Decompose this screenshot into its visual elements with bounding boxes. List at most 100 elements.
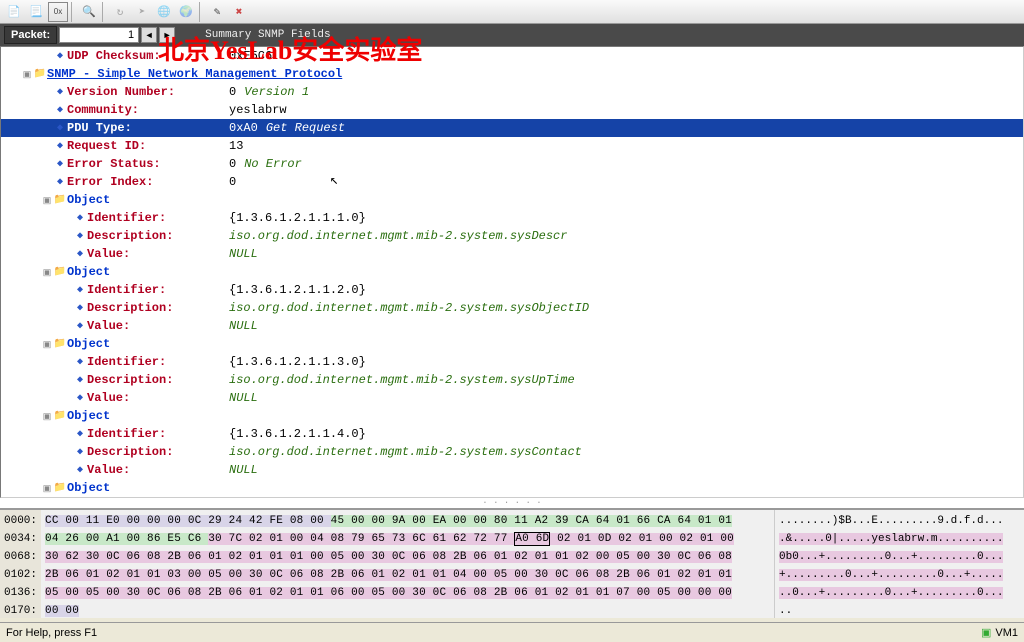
row-value: 13 bbox=[229, 139, 243, 153]
tree-attr[interactable]: ◆Description:iso.org.dod.internet.mgmt.m… bbox=[1, 227, 1023, 245]
hex-bytes[interactable]: CC 00 11 E0 00 00 00 0C 29 24 42 FE 08 0… bbox=[41, 510, 774, 618]
attr-icon: ◆ bbox=[73, 284, 87, 296]
packet-label: Packet: bbox=[4, 26, 57, 44]
attr-icon: ◆ bbox=[53, 176, 67, 188]
tree-section[interactable]: ▣📁Object bbox=[1, 407, 1023, 425]
row-value-desc: iso.org.dod.internet.mgmt.mib-2.system.s… bbox=[229, 373, 575, 387]
row-label: Object bbox=[67, 193, 110, 207]
row-label: SNMP - Simple Network Management Protoco… bbox=[47, 67, 342, 81]
attr-icon: ◆ bbox=[73, 356, 87, 368]
tree-attr[interactable]: ◆UDP Checksum:0xE5C6 bbox=[1, 47, 1023, 65]
tree-section[interactable]: ▣📁Object bbox=[1, 191, 1023, 209]
status-help: For Help, press F1 bbox=[6, 627, 97, 639]
row-value-desc: NULL bbox=[229, 463, 258, 477]
row-value: 0xA0 bbox=[229, 121, 258, 135]
hex-ascii: ........)$B...E.........9.d.f.d....&....… bbox=[774, 510, 1024, 618]
row-label: Identifier: bbox=[87, 427, 166, 441]
delete-icon[interactable]: ✖ bbox=[229, 2, 249, 22]
expand-icon[interactable]: ▣ bbox=[41, 339, 53, 350]
attr-icon: ◆ bbox=[73, 374, 87, 386]
row-label: Description: bbox=[87, 229, 173, 243]
tree-attr[interactable]: ◆Identifier:{1.3.6.1.2.1.1.1.0} bbox=[1, 209, 1023, 227]
row-label: PDU Type: bbox=[67, 121, 132, 135]
row-label: Request ID: bbox=[67, 139, 146, 153]
expand-icon[interactable]: ▣ bbox=[21, 69, 33, 80]
tree-section[interactable]: ▣📁Object bbox=[1, 479, 1023, 497]
tree-section[interactable]: ▣📁Object bbox=[1, 263, 1023, 281]
tree-attr[interactable]: ◆Identifier: {1.3.6.1.2.1.1.4.0} bbox=[1, 425, 1023, 443]
tree-attr[interactable]: ◆Error Status:0No Error bbox=[1, 155, 1023, 173]
tree-attr[interactable]: ◆Value:NULL bbox=[1, 317, 1023, 335]
packet-prev-button[interactable]: ◄ bbox=[141, 27, 157, 43]
tree-section[interactable]: ▣📁SNMP - Simple Network Management Proto… bbox=[1, 65, 1023, 83]
row-label: Object bbox=[67, 481, 110, 495]
row-value: 0 bbox=[229, 157, 236, 171]
tree-attr[interactable]: ◆Value:NULL bbox=[1, 461, 1023, 479]
tree-attr[interactable]: ◆Description:iso.org.dod.internet.mgmt.m… bbox=[1, 371, 1023, 389]
row-value: 0 bbox=[229, 85, 236, 99]
tb-hex-icon[interactable]: 0x bbox=[48, 2, 68, 22]
expand-icon[interactable]: ▣ bbox=[41, 411, 53, 422]
tree-attr[interactable]: ◆Value:NULL bbox=[1, 389, 1023, 407]
tree-attr[interactable]: ◆Request ID: 13 bbox=[1, 137, 1023, 155]
attr-icon: ◆ bbox=[73, 248, 87, 260]
search-icon[interactable]: 🔍 bbox=[79, 2, 99, 22]
section-icon: 📁 bbox=[53, 266, 67, 278]
tree-attr[interactable]: ◆Version Number:0Version 1 bbox=[1, 83, 1023, 101]
packet-input[interactable] bbox=[59, 27, 139, 43]
packet-next-button[interactable]: ► bbox=[159, 27, 175, 43]
tb-doc2-icon[interactable]: 📃 bbox=[26, 2, 46, 22]
row-value-desc: NULL bbox=[229, 247, 258, 261]
section-icon: 📁 bbox=[53, 194, 67, 206]
main-toolbar: 📄 📃 0x 🔍 ↻ ➤ 🌐 🌍 ✎ ✖ bbox=[0, 0, 1024, 24]
row-label: Error Status: bbox=[67, 157, 161, 171]
row-value-desc: iso.org.dod.internet.mgmt.mib-2.system.s… bbox=[229, 301, 589, 315]
refresh-icon[interactable]: ↻ bbox=[110, 2, 130, 22]
row-value: {1.3.6.1.2.1.1.1.0} bbox=[229, 211, 366, 225]
expand-icon[interactable]: ▣ bbox=[41, 267, 53, 278]
row-value: {1.3.6.1.2.1.1.4.0} bbox=[229, 427, 366, 441]
attr-icon: ◆ bbox=[73, 446, 87, 458]
vm-icon: ▣ bbox=[981, 626, 991, 639]
tree-attr[interactable]: ◆Community:yeslabrw bbox=[1, 101, 1023, 119]
tree-attr[interactable]: ◆Error Index:0 bbox=[1, 173, 1023, 191]
arrow-icon[interactable]: ➤ bbox=[132, 2, 152, 22]
status-vm[interactable]: ▣ VM1 bbox=[981, 626, 1018, 639]
attr-icon: ◆ bbox=[73, 320, 87, 332]
tb-sep bbox=[71, 2, 76, 22]
pane-splitter[interactable]: · · · · · · bbox=[0, 498, 1024, 508]
row-value: yeslabrw bbox=[229, 103, 287, 117]
attr-icon: ◆ bbox=[73, 302, 87, 314]
tree-attr[interactable]: ◆PDU Type:0xA0Get Request bbox=[1, 119, 1023, 137]
protocol-tree[interactable]: ◆UDP Checksum:0xE5C6▣📁SNMP - Simple Netw… bbox=[0, 46, 1024, 498]
attr-icon: ◆ bbox=[53, 50, 67, 62]
row-label: Object bbox=[67, 265, 110, 279]
row-label: Error Index: bbox=[67, 175, 153, 189]
attr-icon: ◆ bbox=[73, 464, 87, 476]
tree-attr[interactable]: ◆Identifier: {1.3.6.1.2.1.1.2.0} bbox=[1, 281, 1023, 299]
tb-sep-3 bbox=[199, 2, 204, 22]
section-icon: 📁 bbox=[33, 68, 47, 80]
tree-attr[interactable]: ◆Value:NULL bbox=[1, 245, 1023, 263]
row-value-desc: NULL bbox=[229, 319, 258, 333]
expand-icon[interactable]: ▣ bbox=[41, 195, 53, 206]
tree-attr[interactable]: ◆Identifier:{1.3.6.1.2.1.1.3.0} bbox=[1, 353, 1023, 371]
tree-attr[interactable]: ◆Description:iso.org.dod.internet.mgmt.m… bbox=[1, 299, 1023, 317]
attr-icon: ◆ bbox=[53, 140, 67, 152]
globe2-icon[interactable]: 🌍 bbox=[176, 2, 196, 22]
hex-offsets: 0000:0034:0068:0102:0136:0170: bbox=[0, 510, 41, 618]
globe-icon[interactable]: 🌐 bbox=[154, 2, 174, 22]
attr-icon: ◆ bbox=[53, 104, 67, 116]
attr-icon: ◆ bbox=[73, 428, 87, 440]
hex-pane[interactable]: 0000:0034:0068:0102:0136:0170: CC 00 11 … bbox=[0, 508, 1024, 618]
row-value: {1.3.6.1.2.1.1.3.0} bbox=[229, 355, 366, 369]
tree-section[interactable]: ▣📁Object bbox=[1, 335, 1023, 353]
row-label: Version Number: bbox=[67, 85, 175, 99]
tb-doc-icon[interactable]: 📄 bbox=[4, 2, 24, 22]
tree-attr[interactable]: ◆Description:iso.org.dod.internet.mgmt.m… bbox=[1, 443, 1023, 461]
wand-icon[interactable]: ✎ bbox=[207, 2, 227, 22]
row-value: {1.3.6.1.2.1.1.2.0} bbox=[229, 283, 366, 297]
expand-icon[interactable]: ▣ bbox=[41, 483, 53, 494]
row-label: Identifier: bbox=[87, 283, 166, 297]
row-value-desc: iso.org.dod.internet.mgmt.mib-2.system.s… bbox=[229, 229, 567, 243]
